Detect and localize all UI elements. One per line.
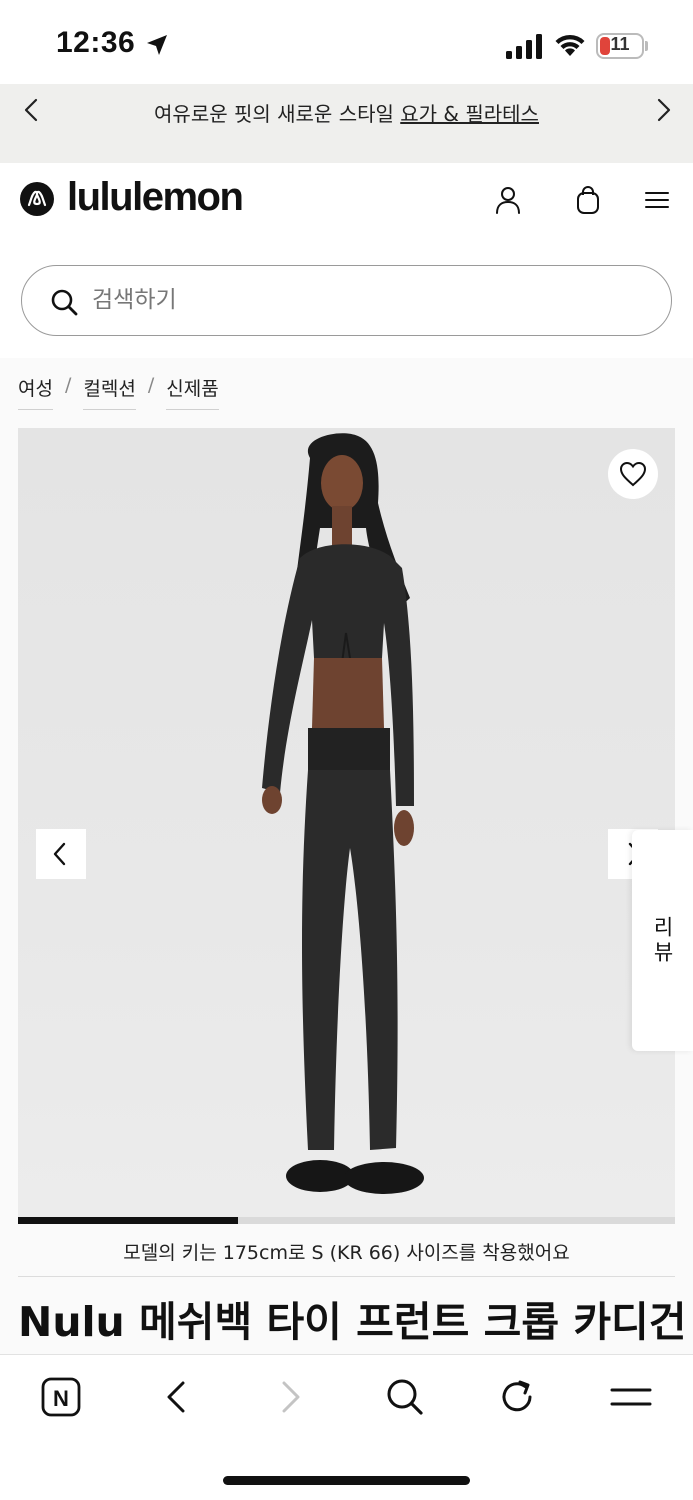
cellular-signal-icon [506,34,542,59]
promo-banner: 여유로운 핏의 새로운 스타일 요가 & 필라테스 [0,84,693,163]
status-bar: 12:36 11 [0,0,693,84]
search-icon [387,1379,423,1415]
breadcrumb-new-arrivals[interactable]: 신제품 [166,374,219,410]
status-time: 12:36 [56,26,136,59]
promo-message: 여유로운 핏의 새로운 스타일 [154,102,401,126]
shopping-bag-icon[interactable] [573,185,603,215]
battery-level: 11 [610,34,630,54]
product-page: 여성 / 컬렉션 / 신제품 모델의 키는 175cm로 S (KR 66) 사… [0,358,693,1354]
browser-forward-button[interactable] [270,1375,314,1419]
search-input[interactable] [92,280,632,320]
browser-search-button[interactable] [383,1375,427,1419]
breadcrumb-separator: / [64,374,72,396]
naver-home-icon: N [41,1377,81,1417]
menu-icon[interactable] [643,185,673,215]
brand-wordmark[interactable]: lululemon [67,175,244,220]
breadcrumb-women[interactable]: 여성 [18,374,53,410]
browser-reload-button[interactable] [496,1375,540,1419]
divider [18,1276,675,1277]
hamburger-menu-icon [610,1388,652,1406]
breadcrumb: 여성 / 컬렉션 / 신제품 [18,374,219,414]
back-arrow-icon [167,1381,185,1413]
chevron-left-icon [53,842,66,866]
battery-tip [645,41,648,51]
home-badge-letter: N [53,1386,69,1411]
product-title: Nulu 메쉬백 타이 프런트 크롭 카디건 [18,1298,687,1346]
home-indicator [223,1476,470,1485]
browser-back-button[interactable] [157,1375,201,1419]
wifi-icon [555,34,585,56]
browser-home-button[interactable]: N [40,1375,84,1419]
location-arrow-icon [147,35,167,55]
gallery-progress-track [18,1217,675,1224]
reload-icon [502,1380,532,1412]
search-icon [51,289,78,316]
promo-text: 여유로운 핏의 새로운 스타일 요가 & 필라테스 [0,98,693,127]
product-photo-model [262,433,424,1194]
promo-link[interactable]: 요가 & 필라테스 [400,102,539,126]
site-header: lululemon [0,163,693,358]
battery-indicator: 11 [596,33,648,59]
wishlist-button[interactable] [608,449,658,499]
product-image-gallery[interactable] [18,428,675,1220]
account-icon[interactable] [493,185,523,215]
reviews-side-tab[interactable]: 리뷰 [632,830,693,1051]
reviews-label: 리뷰 [650,915,675,966]
chevron-right-icon[interactable] [651,96,675,126]
gallery-progress-fill [18,1217,238,1224]
breadcrumb-separator: / [147,374,155,396]
forward-arrow-icon [282,1381,300,1413]
model-size-info: 모델의 키는 175cm로 S (KR 66) 사이즈를 착용했어요 [123,1242,570,1264]
browser-menu-button[interactable] [609,1375,653,1419]
gallery-prev-button[interactable] [36,829,86,879]
browser-toolbar: N [0,1354,693,1500]
breadcrumb-collection[interactable]: 컬렉션 [83,374,136,410]
search-bar[interactable] [21,265,672,336]
heart-icon [619,461,647,487]
lululemon-logo-icon[interactable] [20,182,54,216]
